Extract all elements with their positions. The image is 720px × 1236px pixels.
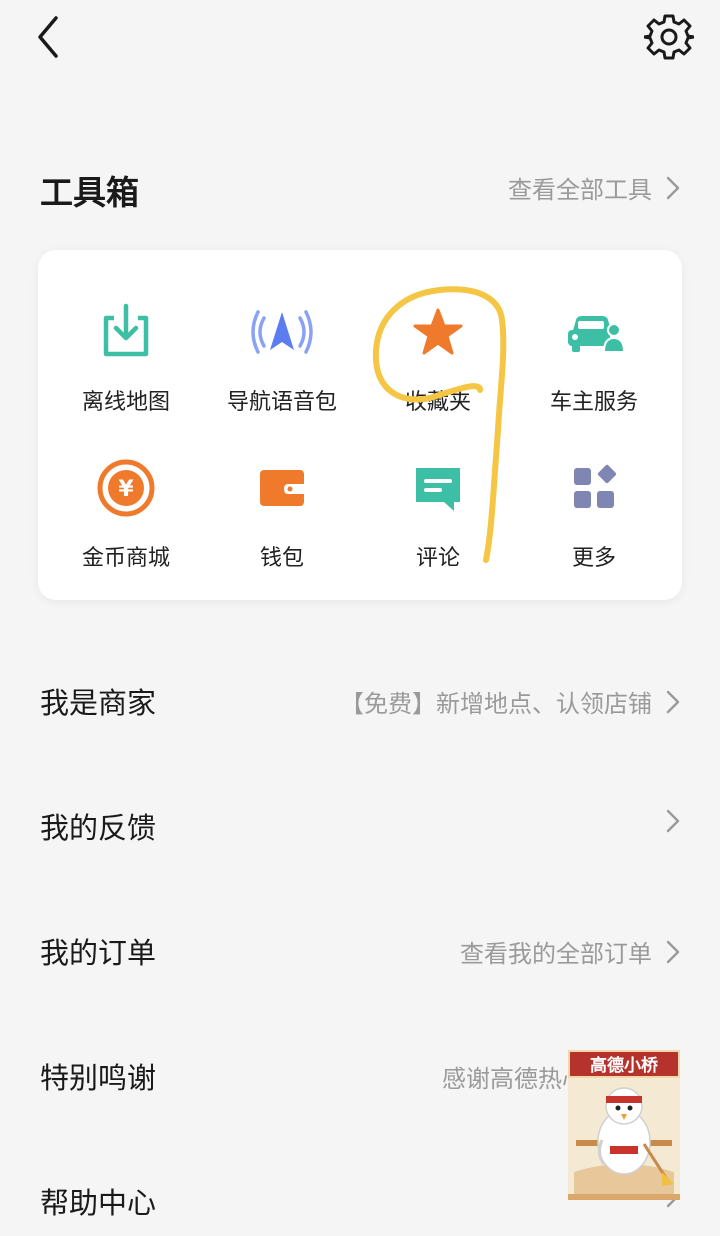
tool-more[interactable]: 更多 bbox=[514, 436, 674, 586]
tool-favorites[interactable]: 收藏夹 bbox=[358, 280, 518, 430]
toolbox-header: 工具箱 查看全部工具 bbox=[40, 160, 680, 216]
tool-car-owner[interactable]: 车主服务 bbox=[514, 280, 674, 430]
menu-row-subtitle: 【免费】新增地点、认领店铺 bbox=[340, 684, 680, 719]
menu-row-title: 特别鸣谢 bbox=[40, 1061, 157, 1095]
tool-label: 钱包 bbox=[259, 546, 304, 571]
tool-label: 导航语音包 bbox=[226, 390, 337, 415]
tool-voice-pack[interactable]: 导航语音包 bbox=[202, 280, 362, 430]
tool-label: 车主服务 bbox=[549, 390, 638, 415]
mascot-label: 高德小桥 bbox=[568, 1050, 680, 1078]
tool-label: 收藏夹 bbox=[404, 390, 471, 415]
top-bar bbox=[0, 0, 720, 80]
svg-text:¥: ¥ bbox=[118, 477, 134, 502]
coin-icon: ¥ bbox=[97, 459, 155, 517]
tool-label: 评论 bbox=[415, 546, 460, 571]
car-owner-icon bbox=[568, 316, 626, 353]
chevron-right-icon bbox=[666, 940, 680, 963]
tool-wallet[interactable]: 钱包 bbox=[202, 436, 362, 586]
tool-coin-mall[interactable]: ¥ 金币商城 bbox=[46, 436, 206, 586]
tool-label: 金币商城 bbox=[81, 546, 170, 571]
chevron-right-icon bbox=[666, 690, 680, 713]
star-icon bbox=[413, 308, 463, 355]
wallet-icon bbox=[260, 470, 304, 506]
menu-row-subtitle: 感谢高德热心 bbox=[442, 1059, 586, 1094]
menu-row-title: 帮助中心 bbox=[40, 1186, 157, 1220]
chevron-right-icon bbox=[666, 176, 680, 199]
menu-row-title: 我的订单 bbox=[40, 936, 157, 970]
tool-offline-map[interactable]: 离线地图 bbox=[46, 280, 206, 430]
mascot-floating-badge[interactable]: 高德小桥 bbox=[566, 1044, 682, 1200]
voice-pack-icon bbox=[251, 310, 313, 354]
settings-button[interactable] bbox=[642, 12, 696, 62]
back-button[interactable] bbox=[30, 14, 70, 60]
gear-icon bbox=[642, 14, 696, 60]
tool-comment[interactable]: 评论 bbox=[358, 436, 518, 586]
chevron-right-icon bbox=[666, 809, 680, 833]
menu-row-merchant[interactable]: 我是商家 【免费】新增地点、认领店铺 bbox=[40, 666, 680, 736]
view-all-tools-link[interactable]: 查看全部工具 bbox=[508, 170, 680, 205]
toolbox-title: 工具箱 bbox=[40, 173, 139, 212]
toolbox-card: 离线地图 导航语音包 收藏夹 车主服务 ¥ 金币商城 钱包 评论 更多 bbox=[38, 250, 682, 600]
menu-row-feedback[interactable]: 我的反馈 bbox=[40, 791, 680, 861]
more-grid-icon bbox=[574, 464, 617, 508]
chevron-left-icon bbox=[38, 16, 58, 58]
menu-row-subtitle-text: 感谢高德热心 bbox=[442, 1065, 586, 1093]
tool-label: 更多 bbox=[571, 546, 616, 571]
view-all-tools-label: 查看全部工具 bbox=[508, 176, 652, 204]
menu-row-subtitle bbox=[652, 809, 680, 833]
offline-map-icon bbox=[103, 303, 149, 357]
menu-row-subtitle: 查看我的全部订单 bbox=[460, 934, 680, 969]
menu-row-subtitle-text: 【免费】新增地点、认领店铺 bbox=[340, 690, 652, 718]
menu-row-title: 我的反馈 bbox=[40, 811, 157, 845]
comment-icon bbox=[416, 468, 460, 511]
menu-row-orders[interactable]: 我的订单 查看我的全部订单 bbox=[40, 916, 680, 986]
menu-row-title: 我是商家 bbox=[40, 686, 157, 720]
tool-label: 离线地图 bbox=[81, 390, 170, 415]
menu-row-subtitle-text: 查看我的全部订单 bbox=[460, 940, 652, 968]
